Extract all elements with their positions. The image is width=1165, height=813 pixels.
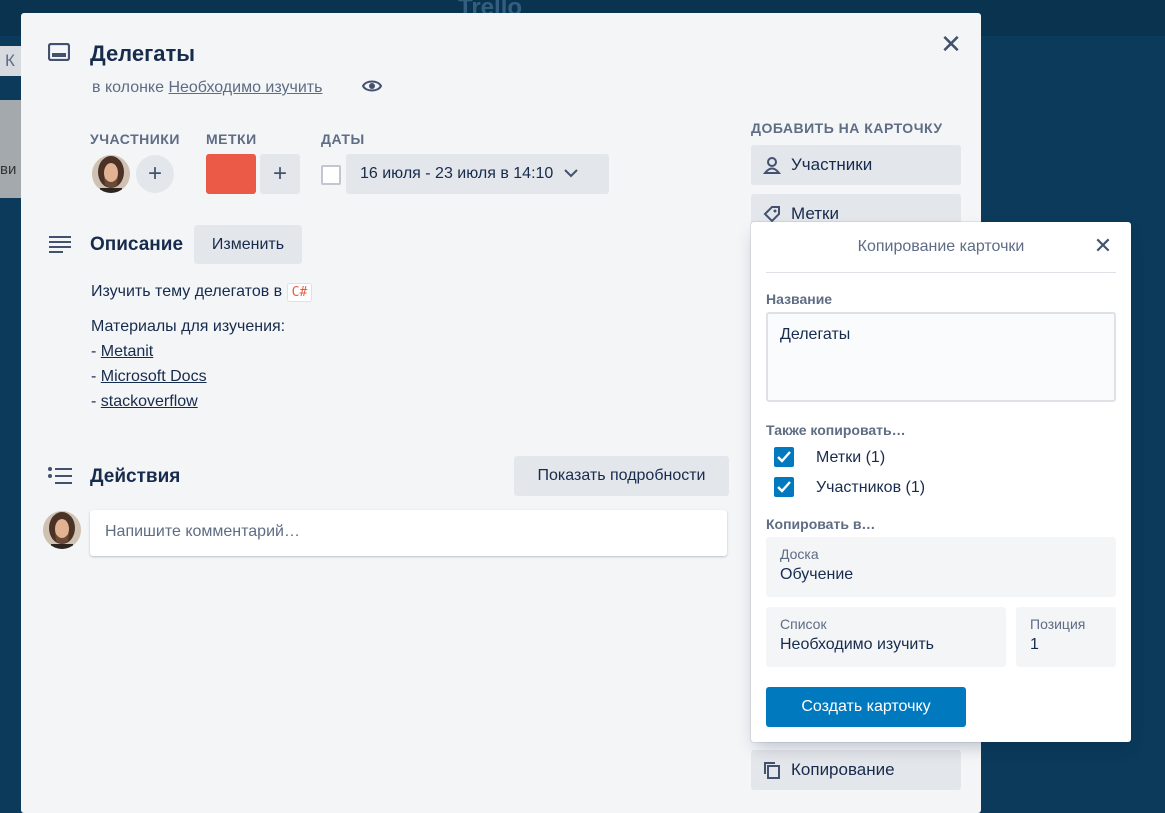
also-copy-label: Также копировать… bbox=[766, 422, 906, 438]
inline-code: C# bbox=[286, 283, 313, 302]
copy-labels-checkbox[interactable] bbox=[774, 447, 794, 467]
column-link[interactable]: Необходимо изучить bbox=[168, 79, 322, 96]
card-icon bbox=[48, 43, 70, 61]
copy-icon bbox=[764, 762, 780, 779]
board-select[interactable]: Доска Обучение bbox=[766, 537, 1116, 597]
description-line: Изучить тему делегатов в bbox=[91, 283, 283, 300]
board-select-label: Доска bbox=[780, 546, 819, 562]
board-select-value: Обучение bbox=[780, 566, 854, 583]
show-details-button[interactable]: Показать подробности bbox=[514, 456, 729, 496]
popover-title: Копирование карточки bbox=[857, 238, 1025, 255]
close-card-button[interactable]: ✕ bbox=[937, 30, 965, 58]
card-title[interactable]: Делегаты bbox=[90, 41, 195, 67]
name-label: Название bbox=[766, 291, 833, 307]
member-avatar[interactable] bbox=[92, 155, 130, 193]
current-user-avatar bbox=[43, 511, 81, 549]
add-to-card-heading: ДОБАВИТЬ НА КАРТОЧКУ bbox=[751, 120, 943, 136]
description-body[interactable]: Изучить тему делегатов в C# Материалы дл… bbox=[91, 283, 313, 414]
activity-list-icon bbox=[48, 467, 72, 484]
description-icon bbox=[49, 236, 71, 253]
label-chip-red[interactable] bbox=[206, 154, 256, 194]
list-select-value: Необходимо изучить bbox=[780, 636, 934, 653]
dates-label: ДАТЫ bbox=[321, 131, 365, 147]
description-heading: Описание bbox=[90, 234, 184, 255]
sidebar-copy-button[interactable]: Копирование bbox=[751, 750, 961, 790]
board-list-fragment: К bbox=[0, 46, 22, 76]
add-member-button[interactable]: + bbox=[136, 155, 174, 193]
tag-icon bbox=[763, 206, 780, 223]
in-column-prefix: в колонке bbox=[92, 79, 164, 96]
due-complete-checkbox[interactable] bbox=[321, 165, 341, 185]
copy-labels-option[interactable]: Метки (1) bbox=[816, 449, 885, 467]
labels-label: МЕТКИ bbox=[206, 131, 257, 147]
create-card-button[interactable]: Создать карточку bbox=[766, 687, 966, 727]
position-select-value: 1 bbox=[1030, 636, 1039, 653]
user-icon bbox=[763, 157, 781, 174]
link-stackoverflow[interactable]: stackoverflow bbox=[101, 393, 198, 410]
checkmark-icon bbox=[777, 451, 791, 463]
link-metanit[interactable]: Metanit bbox=[101, 343, 153, 360]
add-label-button[interactable]: + bbox=[260, 154, 300, 194]
popover-close-button[interactable]: ✕ bbox=[1091, 234, 1115, 258]
position-select-label: Позиция bbox=[1030, 616, 1086, 632]
copy-card-popover: Копирование карточки ✕ Название Делегаты… bbox=[751, 222, 1131, 742]
members-label: УЧАСТНИКИ bbox=[90, 131, 180, 147]
popover-divider bbox=[766, 272, 1116, 273]
position-select[interactable]: Позиция 1 bbox=[1016, 607, 1116, 667]
sidebar-members-button[interactable]: Участники bbox=[751, 145, 961, 185]
copy-members-option[interactable]: Участников (1) bbox=[816, 479, 925, 497]
column-info: в колонке Необходимо изучить bbox=[92, 79, 322, 97]
materials-title: Материалы для изучения: bbox=[91, 318, 286, 335]
copy-members-checkbox[interactable] bbox=[774, 477, 794, 497]
actions-heading: Действия bbox=[90, 466, 181, 487]
link-microsoft-docs[interactable]: Microsoft Docs bbox=[101, 368, 207, 385]
edit-description-button[interactable]: Изменить bbox=[194, 225, 302, 264]
date-range-button[interactable]: 16 июля - 23 июля в 14:10 bbox=[346, 154, 609, 194]
list-select-label: Список bbox=[780, 616, 827, 632]
avatar-image bbox=[43, 511, 81, 549]
watch-eye-icon[interactable] bbox=[362, 78, 382, 94]
checkmark-icon bbox=[777, 481, 791, 493]
avatar-image bbox=[92, 155, 130, 193]
copy-to-label: Копировать в… bbox=[766, 516, 876, 532]
chevron-down-icon bbox=[564, 169, 578, 178]
board-card-fragment: ви bbox=[0, 100, 22, 198]
card-name-textarea[interactable]: Делегаты bbox=[766, 312, 1116, 402]
date-range-text: 16 июля - 23 июля в 14:10 bbox=[360, 165, 554, 182]
comment-input[interactable]: Напишите комментарий… bbox=[90, 510, 727, 556]
list-select[interactable]: Список Необходимо изучить bbox=[766, 607, 1006, 667]
